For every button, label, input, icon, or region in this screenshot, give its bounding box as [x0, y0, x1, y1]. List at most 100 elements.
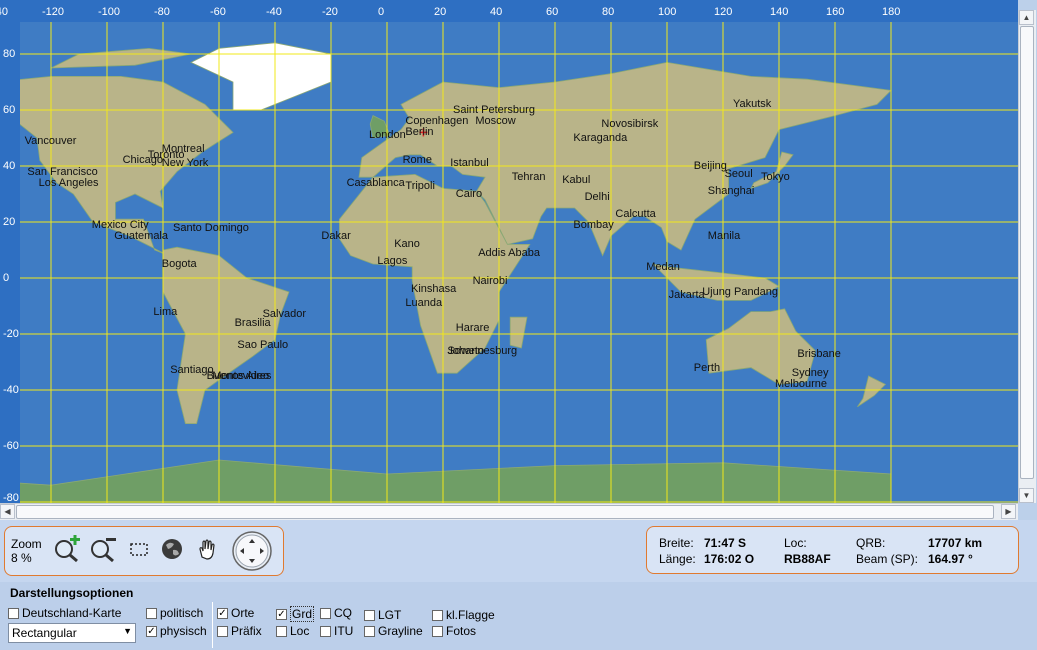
qrb-value: 17707 km [928, 536, 983, 550]
longitude-tick-label: -100 [98, 6, 121, 18]
latitude-label: Breite: [659, 536, 694, 550]
options-title: Darstellungsoptionen [10, 586, 134, 600]
checkbox[interactable]: ✓ [146, 625, 157, 637]
projection-select[interactable]: Rectangular ▼ [8, 623, 136, 643]
world-map[interactable]: -160-140-120-100-80-60-40-20020406080100… [0, 0, 1018, 503]
checkbox[interactable] [432, 625, 443, 637]
option-label: Grd [290, 606, 315, 622]
longitude-tick-label: 20 [434, 6, 447, 18]
checkbox[interactable] [320, 607, 331, 619]
checkbox[interactable] [146, 607, 157, 619]
city-label: Tripoli [405, 179, 435, 192]
longitude-tick-label: -60 [210, 6, 226, 18]
checkbox[interactable]: ✓ [217, 607, 228, 619]
longitude-tick-label: 140 [770, 6, 789, 18]
option-orte[interactable]: ✓ Orte [217, 606, 254, 620]
city-label: Dakar [321, 230, 351, 242]
option-politisch[interactable]: politisch [146, 606, 203, 620]
city-label: Vancouver [24, 134, 77, 147]
scroll-down-icon[interactable]: ▼ [1019, 488, 1034, 503]
vertical-scrollbar[interactable]: ▲ ▼ [1018, 10, 1036, 503]
latitude-tick-label: 0 [3, 272, 10, 284]
longitude-tick-label: -20 [322, 6, 338, 18]
map-toolbar: Zoom 8 % Breite: 71:47 S Länge: 176:02 O… [0, 520, 1037, 582]
city-label: Tehran [511, 171, 546, 184]
city-label: Beijing [693, 160, 727, 172]
option-deutschland-karte[interactable]: Deutschland-Karte [8, 606, 121, 620]
option-grd[interactable]: ✓ Grd [276, 606, 315, 622]
option-label: LGT [378, 608, 402, 622]
city-label: Bombay [573, 218, 614, 231]
horizontal-scrollbar[interactable]: ◀ ▶ [0, 503, 1018, 521]
option-label: kl.Flagge [446, 608, 495, 622]
latitude-tick-label: 80 [3, 48, 16, 60]
option-label: Deutschland-Karte [22, 606, 122, 620]
option-praefix[interactable]: Präfix [217, 624, 262, 638]
city-label: Salvador [262, 308, 307, 321]
globe-button[interactable] [158, 535, 186, 563]
navigation-pad[interactable] [231, 530, 273, 572]
city-label: Manila [707, 230, 741, 242]
option-fotos[interactable]: Fotos [432, 624, 476, 638]
pan-button[interactable] [193, 535, 221, 563]
display-options: Darstellungsoptionen Deutschland-Karte R… [0, 582, 1037, 650]
option-kl-flagge[interactable]: kl.Flagge [432, 608, 495, 622]
locator-value: RB88AF [784, 552, 831, 566]
option-itu[interactable]: ITU [320, 624, 353, 638]
city-label: Mexico City [91, 218, 149, 231]
latitude-tick-label: 20 [3, 216, 16, 228]
city-label: Lagos [377, 255, 408, 268]
city-label: Rome [402, 154, 432, 167]
city-label: Karaganda [573, 132, 628, 144]
scroll-up-icon[interactable]: ▲ [1019, 10, 1034, 25]
city-label: Sao Paulo [237, 339, 289, 352]
city-label: Saint Petersburg [453, 104, 535, 116]
city-label: Sydney [791, 367, 829, 380]
latitude-tick-label: 60 [3, 104, 16, 116]
city-label: London [369, 129, 406, 142]
city-label: Istanbul [450, 157, 489, 170]
longitude-tick-label: 0 [378, 6, 385, 18]
option-physisch[interactable]: ✓ physisch [146, 624, 207, 638]
zoom-in-button[interactable] [53, 535, 81, 563]
select-rectangle-button[interactable] [125, 535, 153, 563]
zoom-out-button[interactable] [89, 535, 117, 563]
longitude-tick-label: -40 [266, 6, 282, 18]
checkbox[interactable] [364, 609, 375, 621]
city-label: Montreal [161, 143, 205, 156]
city-label: Johannesburg [447, 344, 518, 357]
checkbox[interactable] [8, 607, 19, 619]
latitude-tick-label: -20 [3, 328, 19, 340]
scroll-left-icon[interactable]: ◀ [0, 504, 15, 519]
globe-icon [162, 539, 182, 559]
checkbox[interactable] [217, 625, 228, 637]
longitude-tick-label: 180 [882, 6, 901, 18]
checkbox[interactable] [320, 625, 331, 637]
longitude-scale [0, 0, 1018, 22]
option-label: Fotos [446, 624, 477, 638]
select-rect-icon [130, 543, 148, 556]
vertical-scroll-thumb[interactable] [1020, 26, 1034, 479]
checkbox[interactable]: ✓ [276, 608, 287, 620]
option-label: politisch [160, 606, 204, 620]
checkbox[interactable] [276, 625, 287, 637]
longitude-label: Länge: [659, 552, 696, 566]
option-lgt[interactable]: LGT [364, 608, 401, 622]
city-label: Luanda [405, 297, 443, 310]
option-loc[interactable]: Loc [276, 624, 309, 638]
checkbox[interactable] [432, 609, 443, 621]
city-label: Shanghai [707, 185, 755, 198]
option-label: Loc [290, 624, 310, 638]
longitude-tick-label: 60 [546, 6, 559, 18]
longitude-tick-label: 100 [658, 6, 677, 18]
checkbox[interactable] [364, 625, 375, 637]
city-label: Yakutsk [733, 98, 772, 111]
option-label: ITU [334, 624, 354, 638]
city-label: Santiago [170, 364, 214, 377]
option-cq[interactable]: CQ [320, 606, 352, 620]
scroll-right-icon[interactable]: ▶ [1001, 504, 1016, 519]
pan-hand-icon [199, 539, 215, 560]
horizontal-scroll-thumb[interactable] [16, 505, 994, 519]
option-grayline[interactable]: Grayline [364, 624, 423, 638]
city-label: Melbourne [775, 378, 827, 391]
